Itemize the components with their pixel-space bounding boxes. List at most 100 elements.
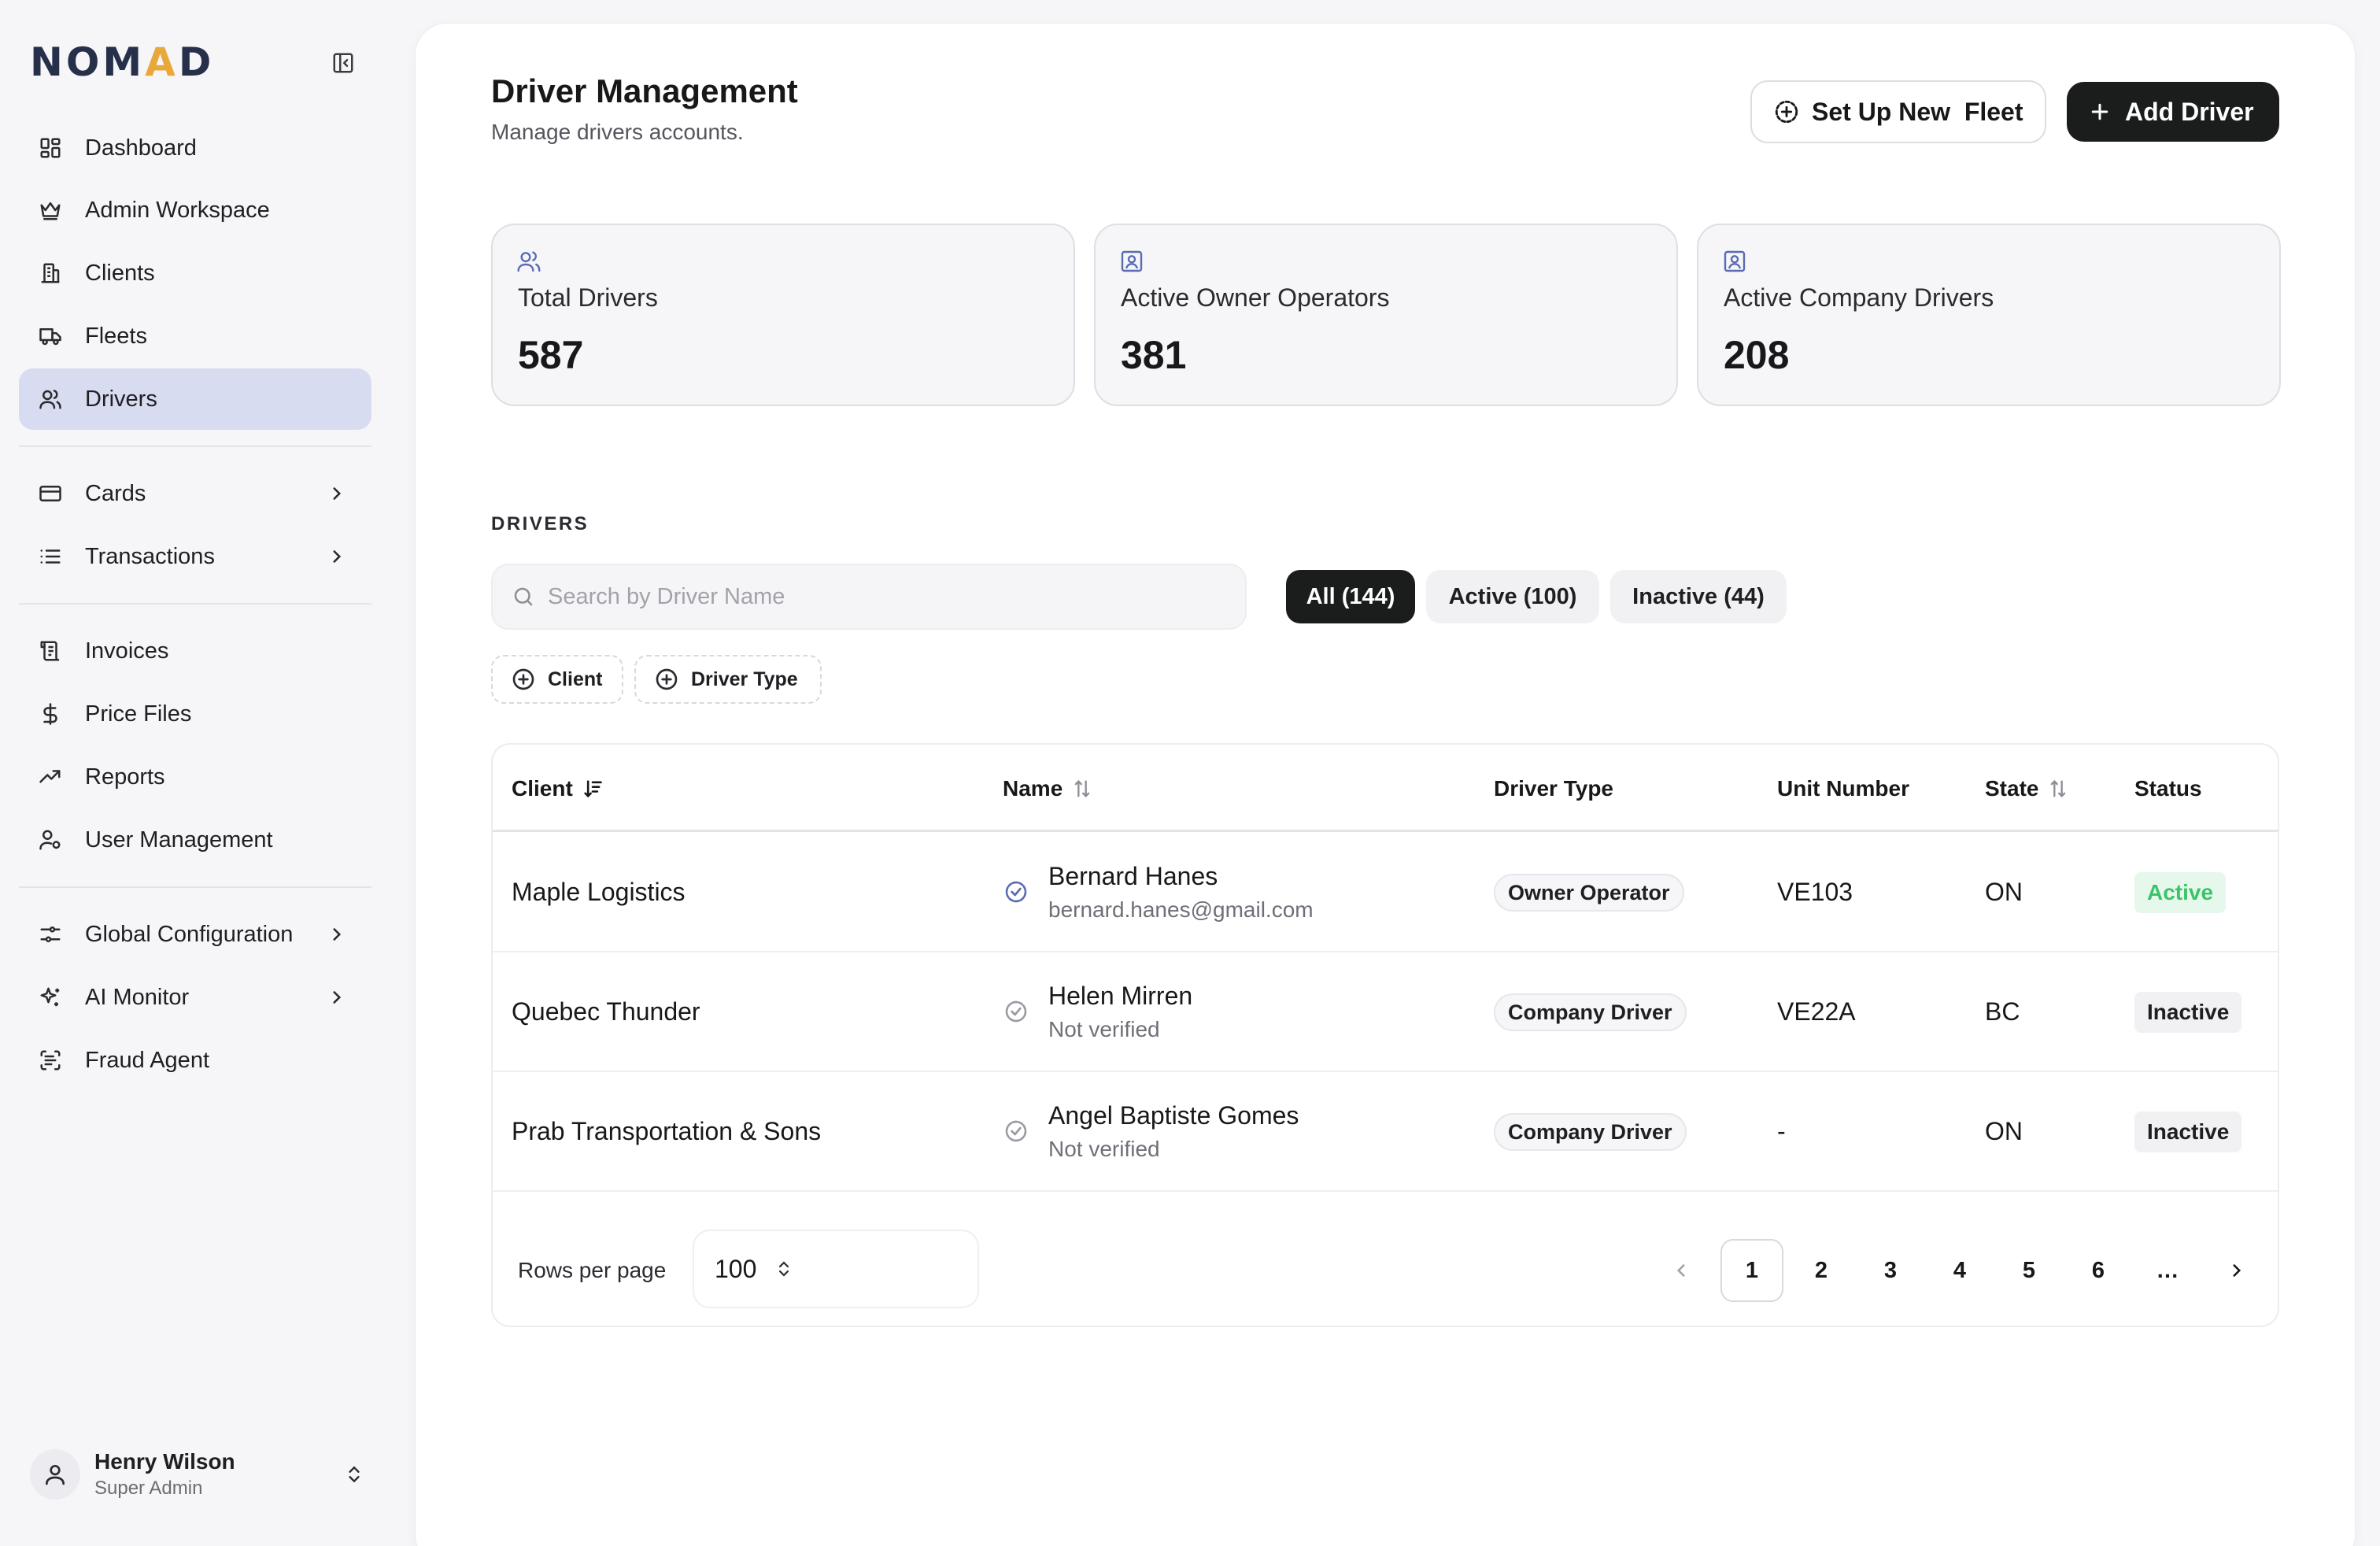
- nav-item-drivers[interactable]: Drivers: [19, 368, 371, 430]
- rows-per-page-value: 100: [715, 1254, 757, 1283]
- set-up-new-fleet-label: Set Up New Fleet: [1812, 97, 2023, 126]
- cell-name: Bernard Hanes bernard.hanes@gmail.com: [1003, 833, 1314, 951]
- column-header-client[interactable]: Client: [512, 776, 604, 801]
- stat-card-total-drivers: Total Drivers 587: [491, 224, 1075, 406]
- stat-label: Total Drivers: [518, 283, 658, 312]
- credit-card-icon: [36, 479, 65, 508]
- stat-card-active-company-drivers: Active Company Drivers 208: [1697, 224, 2281, 406]
- sparkles-icon: [36, 983, 65, 1012]
- contact-icon: [1119, 249, 1144, 274]
- nav-label: Cards: [85, 480, 146, 506]
- nav-item-clients[interactable]: Clients: [19, 242, 371, 304]
- nav-item-price-files[interactable]: Price Files: [19, 683, 371, 745]
- sidebar: NOMAD Dashboard Admin Workspace Clients …: [0, 0, 414, 1546]
- nav-item-user-management[interactable]: User Management: [19, 809, 371, 871]
- nav-item-transactions[interactable]: Transactions: [19, 526, 371, 587]
- building-icon: [36, 259, 65, 287]
- driver-name: Helen Mirren: [1048, 981, 1193, 1010]
- search-box[interactable]: [491, 564, 1247, 630]
- nav-label: Admin Workspace: [85, 197, 270, 223]
- nav-item-admin-workspace[interactable]: Admin Workspace: [19, 179, 371, 241]
- unverified-check-icon: [1003, 998, 1029, 1025]
- filter-client-button[interactable]: Client: [491, 655, 623, 704]
- page-4-button[interactable]: 4: [1928, 1239, 1991, 1302]
- column-header-driver-type: Driver Type: [1494, 776, 1613, 801]
- page-3-button[interactable]: 3: [1859, 1239, 1922, 1302]
- tab-inactive[interactable]: Inactive (44): [1610, 570, 1787, 623]
- driver-type-badge: Company Driver: [1494, 1113, 1687, 1151]
- nav-item-fraud-agent[interactable]: Fraud Agent: [19, 1030, 371, 1091]
- add-driver-label: Add Driver: [2125, 97, 2254, 126]
- more-pages-ellipsis[interactable]: …: [2136, 1239, 2199, 1302]
- set-up-new-fleet-button[interactable]: Set Up New Fleet: [1750, 80, 2046, 143]
- user-name: Henry Wilson: [94, 1449, 235, 1474]
- cell-client: Quebec Thunder: [512, 997, 700, 1026]
- next-page-button[interactable]: [2205, 1239, 2268, 1302]
- nav-label: Clients: [85, 260, 155, 286]
- nomad-logo[interactable]: NOMAD: [30, 41, 357, 83]
- search-input[interactable]: [548, 583, 1225, 610]
- unverified-check-icon: [1003, 1118, 1029, 1145]
- user-role: Super Admin: [94, 1478, 203, 1499]
- nav-item-invoices[interactable]: Invoices: [19, 620, 371, 682]
- tab-active[interactable]: Active (100): [1426, 570, 1599, 623]
- collapse-sidebar-icon[interactable]: [329, 49, 357, 77]
- list-icon: [36, 542, 65, 571]
- trending-up-icon: [36, 763, 65, 791]
- nav-item-reports[interactable]: Reports: [19, 746, 371, 808]
- sidebar-divider: [19, 886, 371, 888]
- table-row[interactable]: Quebec Thunder Helen Mirren Not verified…: [493, 952, 2278, 1072]
- chevrons-up-down-icon: [340, 1460, 368, 1489]
- search-icon: [512, 585, 535, 608]
- driver-name: Angel Baptiste Gomes: [1048, 1100, 1299, 1130]
- page-1-button[interactable]: 1: [1720, 1239, 1783, 1302]
- nav-label: AI Monitor: [85, 984, 190, 1010]
- nav-item-ai-monitor[interactable]: AI Monitor: [19, 967, 371, 1028]
- column-header-name[interactable]: Name: [1003, 776, 1094, 801]
- chevron-right-icon: [323, 920, 351, 949]
- nav-item-fleets[interactable]: Fleets: [19, 305, 371, 367]
- user-cog-icon: [36, 826, 65, 854]
- previous-page-button[interactable]: [1650, 1239, 1713, 1302]
- nav-item-global-configuration[interactable]: Global Configuration: [19, 904, 371, 965]
- plus-icon: [2086, 98, 2114, 126]
- column-header-state[interactable]: State: [1985, 776, 2070, 801]
- cell-unit-number: VE22A: [1777, 997, 1856, 1026]
- cell-state: BC: [1985, 997, 2020, 1026]
- contact-icon: [1722, 249, 1747, 274]
- chevron-right-icon: [323, 479, 351, 508]
- chevron-right-icon: [323, 542, 351, 571]
- dollar-icon: [36, 700, 65, 728]
- sidebar-divider: [19, 603, 371, 605]
- sliders-icon: [36, 920, 65, 949]
- page-2-button[interactable]: 2: [1790, 1239, 1853, 1302]
- drivers-section-label: DRIVERS: [491, 513, 589, 534]
- cell-client: Prab Transportation & Sons: [512, 1116, 822, 1145]
- nav-label: Drivers: [85, 386, 157, 412]
- truck-icon: [36, 322, 65, 350]
- page-5-button[interactable]: 5: [1998, 1239, 2060, 1302]
- stat-label: Active Company Drivers: [1724, 283, 1994, 312]
- rows-per-page-select[interactable]: 100: [693, 1230, 979, 1308]
- nav-item-cards[interactable]: Cards: [19, 463, 371, 524]
- status-badge: Inactive: [2134, 1111, 2242, 1152]
- table-footer: Rows per page 100 1 2 3 4 5 6 …: [493, 1214, 2278, 1327]
- nav-label: Invoices: [85, 638, 169, 664]
- user-profile-menu[interactable]: Henry Wilson Super Admin: [30, 1445, 368, 1503]
- tab-all[interactable]: All (144): [1286, 570, 1415, 623]
- filter-driver-type-button[interactable]: Driver Type: [634, 655, 822, 704]
- add-driver-button[interactable]: Add Driver: [2067, 82, 2279, 142]
- sort-descending-icon[interactable]: [581, 777, 604, 801]
- sort-arrows-icon[interactable]: [1070, 777, 1094, 801]
- sort-arrows-icon[interactable]: [2046, 777, 2070, 801]
- stat-value: 381: [1121, 333, 1187, 377]
- driver-name: Bernard Hanes: [1048, 861, 1218, 890]
- circle-plus-icon: [510, 666, 537, 693]
- nav-item-dashboard[interactable]: Dashboard: [19, 117, 371, 179]
- table-row[interactable]: Maple Logistics Bernard Hanes bernard.ha…: [493, 833, 2278, 952]
- drivers-table: Client Name Driver Type Unit Number Stat…: [491, 743, 2279, 1327]
- column-label: Name: [1003, 776, 1063, 801]
- stat-card-active-owner-operators: Active Owner Operators 381: [1094, 224, 1678, 406]
- table-row[interactable]: Prab Transportation & Sons Angel Baptist…: [493, 1072, 2278, 1192]
- page-6-button[interactable]: 6: [2067, 1239, 2130, 1302]
